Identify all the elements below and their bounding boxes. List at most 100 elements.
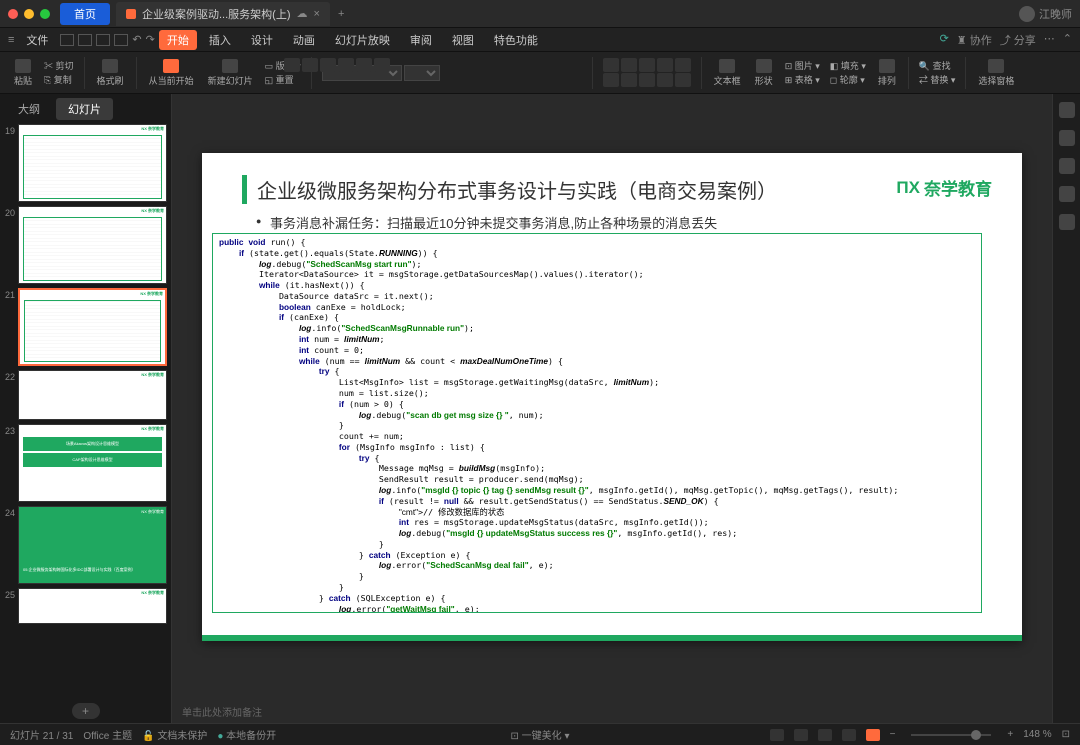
find-button[interactable]: 🔍 查找 (919, 59, 956, 72)
slide-thumb-20[interactable]: NX 奈学教育 (18, 206, 167, 284)
toolbar-icon-3[interactable] (96, 34, 110, 46)
format-brush-button[interactable]: 格式刷 (91, 57, 130, 89)
menu-insert[interactable]: 插入 (201, 30, 239, 50)
image-button[interactable]: ⊡ 图片 ▾ (785, 59, 820, 72)
thumbnails-list[interactable]: 19NX 奈学教育 20NX 奈学教育 21NX 奈学教育 22NX 奈学教育 … (0, 124, 171, 699)
protect-status[interactable]: 🔓 文档未保护 (142, 727, 207, 742)
paste-button[interactable]: 粘贴 (8, 57, 38, 89)
more-icon[interactable]: ⋯ (1044, 32, 1055, 48)
view-notes-button[interactable] (770, 729, 784, 741)
toolbar-icon-4[interactable] (114, 34, 128, 46)
align-right-button[interactable] (639, 73, 655, 87)
view-sorter-button[interactable] (818, 729, 832, 741)
chevron-up-icon[interactable]: ⌃ (1063, 32, 1072, 48)
notes-placeholder[interactable]: 单击此处添加备注 (172, 700, 1052, 723)
view-reading-button[interactable] (842, 729, 856, 741)
align-justify-button[interactable] (657, 73, 673, 87)
slide-thumb-23[interactable]: NX 奈学教育场景Akavos架构设计思维模型CAP架构设计思维模型 (18, 424, 167, 502)
share-button[interactable]: ⤴ 分享 (1000, 32, 1036, 48)
replace-button[interactable]: ⇄ 替换 ▾ (919, 73, 956, 86)
new-slide-button[interactable]: 新建幻灯片 (202, 57, 259, 89)
redo-icon[interactable]: ↷ (146, 33, 155, 46)
app-menu-icon[interactable]: ≡ (8, 34, 14, 46)
home-tab[interactable]: 首页 (60, 3, 110, 25)
menu-animation[interactable]: 动画 (285, 30, 323, 50)
menu-features[interactable]: 特色功能 (486, 30, 546, 50)
menu-file[interactable]: 文件 (18, 30, 56, 50)
tab-outline[interactable]: 大纲 (6, 98, 52, 120)
maximize-window-icon[interactable] (40, 9, 50, 19)
align-center-button[interactable] (621, 73, 637, 87)
thumb-number: 19 (4, 124, 18, 202)
document-name: 企业级案例驱动...服务架构(上) (142, 6, 291, 22)
menu-start[interactable]: 开始 (159, 30, 197, 50)
tab-slides[interactable]: 幻灯片 (56, 98, 113, 120)
outline-button[interactable]: ◻ 轮廓 ▾ (830, 73, 866, 86)
coop-button[interactable]: ♜ 协作 (957, 32, 992, 48)
numbering-button[interactable] (621, 58, 637, 72)
document-tab[interactable]: 企业级案例驱动...服务架构(上) ☁ × (116, 2, 330, 26)
align-left-button[interactable] (603, 73, 619, 87)
fit-button[interactable]: ⊡ (1062, 729, 1070, 740)
rb-icon-4[interactable] (1059, 186, 1075, 202)
theme-label: Office 主题 (83, 727, 132, 742)
lineheight-button[interactable] (675, 58, 691, 72)
slide-content[interactable]: 企业级微服务架构分布式事务设计与实践（电商交易案例） ΠX奈学教育 事务消息补漏… (202, 153, 1022, 641)
rb-icon-1[interactable] (1059, 102, 1075, 118)
textbox-button[interactable]: 文本框 (708, 57, 747, 89)
menu-slideshow[interactable]: 幻灯片放映 (327, 30, 398, 50)
fontcolor-button[interactable] (356, 58, 372, 72)
toolbar-icon-2[interactable] (78, 34, 92, 46)
view-normal-button[interactable] (794, 729, 808, 741)
close-tab-icon[interactable]: × (314, 8, 320, 20)
indent-dec-button[interactable] (639, 58, 655, 72)
backup-status[interactable]: ● 本地备份开 (217, 727, 276, 742)
doc-icon (126, 9, 136, 19)
slide-thumb-25[interactable]: NX 奈学教育 (18, 588, 167, 624)
slide-thumb-22[interactable]: NX 奈学教育 (18, 370, 167, 420)
columns-button[interactable] (675, 73, 691, 87)
bullets-button[interactable] (603, 58, 619, 72)
menu-view[interactable]: 视图 (444, 30, 482, 50)
add-slide-button[interactable]: + (72, 703, 100, 719)
select-pane-button[interactable]: 选择窗格 (972, 57, 1020, 89)
zoom-in-button[interactable]: + (1007, 729, 1013, 740)
view-slideshow-button[interactable] (866, 729, 880, 741)
rb-icon-3[interactable] (1059, 158, 1075, 174)
close-window-icon[interactable] (8, 9, 18, 19)
sync-icon[interactable]: ⟳ (940, 32, 949, 48)
table-button[interactable]: ⊞ 表格 ▾ (785, 73, 820, 86)
slide-thumb-24[interactable]: NX 奈学教育05.企业微服务架构跨国际化多IDC部署设计与实践（百度案例） (18, 506, 167, 584)
rb-icon-5[interactable] (1059, 214, 1075, 230)
beautify-button[interactable]: ⊡ 一键美化 ▾ (511, 727, 570, 742)
toolbar-icon-1[interactable] (60, 34, 74, 46)
underline-button[interactable] (320, 58, 336, 72)
new-tab-button[interactable]: + (338, 8, 344, 20)
menu-review[interactable]: 审阅 (402, 30, 440, 50)
zoom-level[interactable]: 148 % (1023, 729, 1051, 740)
arrange-button[interactable]: 排列 (872, 57, 902, 89)
undo-icon[interactable]: ↶ (132, 33, 141, 46)
cut-button[interactable]: ✂ 剪切 (44, 59, 74, 72)
bold-button[interactable] (284, 58, 300, 72)
menu-design[interactable]: 设计 (243, 30, 281, 50)
strike-button[interactable] (338, 58, 354, 72)
zoom-slider[interactable] (911, 734, 991, 736)
zoom-out-button[interactable]: − (890, 729, 896, 740)
start-from-button[interactable]: 从当前开始 (143, 57, 200, 89)
copy-button[interactable]: ⎘ 复制 (44, 73, 74, 86)
italic-button[interactable] (302, 58, 318, 72)
indent-inc-button[interactable] (657, 58, 673, 72)
fill-button[interactable]: ◧ 填充 ▾ (830, 59, 866, 72)
slide-thumb-21[interactable]: NX 奈学教育 (18, 288, 167, 366)
slide-viewport[interactable]: 企业级微服务架构分布式事务设计与实践（电商交易案例） ΠX奈学教育 事务消息补漏… (172, 94, 1052, 700)
user-avatar[interactable] (1019, 6, 1035, 22)
fontsize-select[interactable] (404, 65, 440, 81)
ribbon: 粘贴 ✂ 剪切 ⎘ 复制 格式刷 从当前开始 新建幻灯片 ▭ 版式 ▾ ◱ 重置 (0, 52, 1080, 94)
slide-thumb-19[interactable]: NX 奈学教育 (18, 124, 167, 202)
minimize-window-icon[interactable] (24, 9, 34, 19)
reset-button[interactable]: ◱ 重置 (265, 73, 301, 86)
shape-button[interactable]: 形状 (749, 57, 779, 89)
highlight-button[interactable] (374, 58, 390, 72)
rb-icon-2[interactable] (1059, 130, 1075, 146)
